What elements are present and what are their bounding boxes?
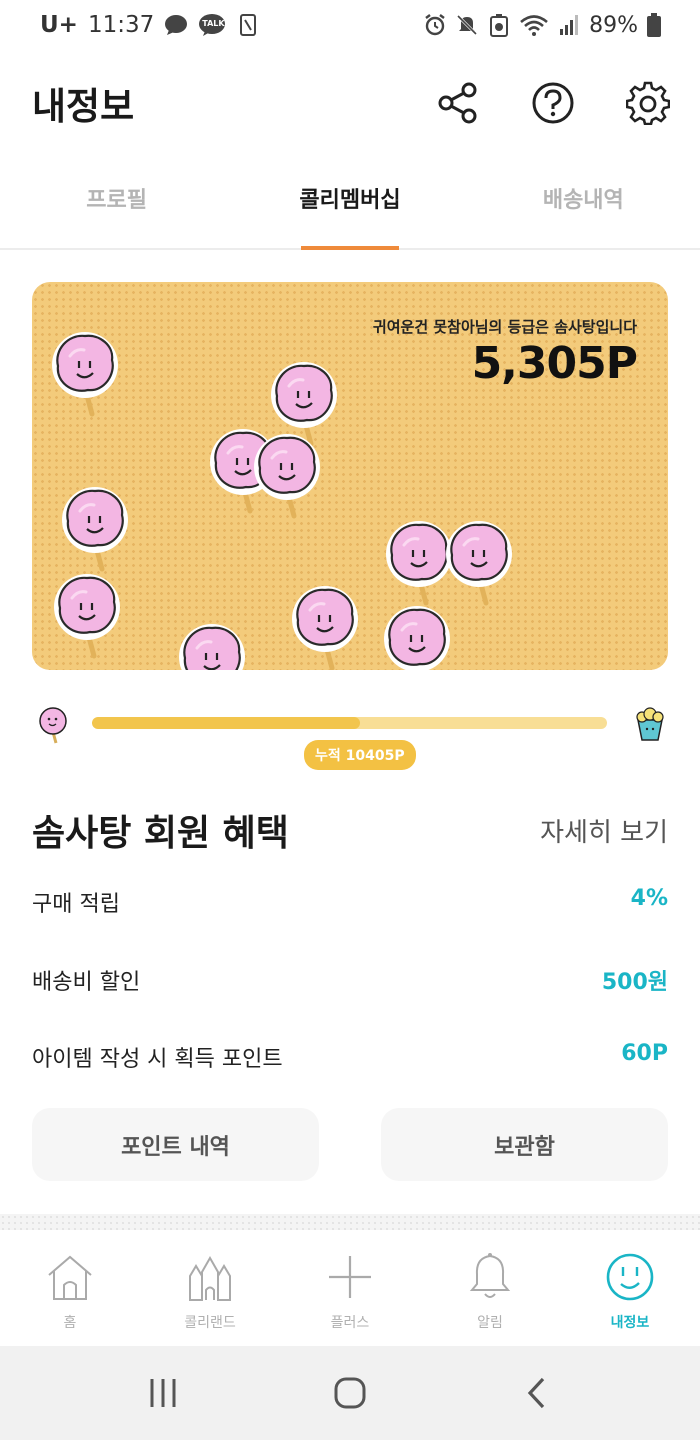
talk-badge-text: TALK xyxy=(202,19,225,28)
bottom-nav: 홈 콜리랜드 플러스 알림 내정보 xyxy=(0,1230,700,1346)
nav-item-my-info[interactable]: 내정보 xyxy=(560,1230,700,1346)
benefit-label: 배송비 할인 xyxy=(32,970,141,995)
help-icon[interactable] xyxy=(530,80,575,125)
cotton-candy-icon xyxy=(52,572,122,662)
nav-item-colliland[interactable]: 콜리랜드 xyxy=(140,1230,280,1346)
chat-bubble-icon xyxy=(164,13,188,37)
page-title: 내정보 xyxy=(32,84,135,128)
nav-item-plus[interactable]: 플러스 xyxy=(280,1230,420,1346)
cotton-candy-icon xyxy=(60,485,130,575)
benefit-row-item-points: 아이템 작성 시 획득 포인트 60P xyxy=(32,1041,668,1073)
mute-icon xyxy=(455,13,479,37)
progress-track xyxy=(92,717,607,729)
carrier-label: U+ xyxy=(40,12,78,38)
cotton-candy-icon xyxy=(252,432,322,522)
points-balance: 5,305P xyxy=(471,338,638,389)
clock: 11:37 xyxy=(87,12,155,38)
back-icon[interactable] xyxy=(507,1363,567,1423)
nav-label: 알림 xyxy=(477,1315,503,1331)
battery-saver-icon xyxy=(487,13,511,37)
app-header: 내정보 xyxy=(0,55,700,150)
status-bar: U+ 11:37 TALK 89% xyxy=(0,0,700,50)
cotton-candy-icon xyxy=(50,330,120,420)
tab-bar: 프로필 콜리멤버십 배송내역 xyxy=(0,160,700,250)
nav-label: 내정보 xyxy=(610,1315,650,1331)
cotton-candy-icon xyxy=(382,604,452,670)
nav-label: 플러스 xyxy=(330,1315,370,1331)
grade-progress: 누적 10405P xyxy=(32,700,668,770)
smile-face-icon xyxy=(603,1250,657,1304)
home-button-icon[interactable] xyxy=(320,1363,380,1423)
kakaotalk-icon: TALK xyxy=(198,13,226,37)
header-actions xyxy=(435,80,670,125)
nav-label: 콜리랜드 xyxy=(184,1315,236,1331)
status-right: 89% xyxy=(423,13,662,38)
benefit-value: 60P xyxy=(621,1041,668,1066)
status-left: U+ 11:37 TALK xyxy=(40,12,260,38)
settings-icon[interactable] xyxy=(625,80,670,125)
membership-card: 귀여운건 못참아님의 등급은 솜사탕입니다 5,305P xyxy=(32,282,668,670)
nav-item-alerts[interactable]: 알림 xyxy=(420,1230,560,1346)
system-nav-bar xyxy=(0,1346,700,1440)
tab-profile[interactable]: 프로필 xyxy=(0,160,233,248)
cotton-candy-icon xyxy=(177,622,247,670)
benefits-title: 솜사탕 회원 혜택 xyxy=(32,813,289,854)
benefit-row-purchase: 구매 적립 4% xyxy=(32,886,668,918)
wifi-icon xyxy=(519,13,549,37)
accumulated-points-badge: 누적 10405P xyxy=(304,740,416,770)
home-icon xyxy=(43,1250,97,1304)
section-divider xyxy=(0,1214,700,1230)
grade-text: 귀여운건 못참아님의 등급은 솜사탕입니다 xyxy=(372,318,637,336)
benefit-label: 구매 적립 xyxy=(32,892,120,917)
benefit-value: 4% xyxy=(630,886,668,911)
plus-icon xyxy=(323,1250,377,1304)
cotton-candy-icon xyxy=(444,519,514,609)
tab-delivery[interactable]: 배송내역 xyxy=(467,160,700,248)
battery-icon xyxy=(646,13,662,37)
detail-link[interactable]: 자세히 보기 xyxy=(540,812,668,849)
tab-membership[interactable]: 콜리멤버십 xyxy=(233,160,466,250)
castle-icon xyxy=(183,1250,237,1304)
signal-icon xyxy=(557,13,581,37)
nav-label: 홈 xyxy=(63,1315,77,1331)
progress-fill xyxy=(92,717,360,729)
benefit-row-shipping: 배송비 할인 500원 xyxy=(32,964,668,996)
alarm-icon xyxy=(423,13,447,37)
phone-icon xyxy=(236,13,260,37)
popcorn-icon xyxy=(632,706,668,742)
points-history-button[interactable]: 포인트 내역 xyxy=(32,1108,319,1181)
storage-button[interactable]: 보관함 xyxy=(381,1108,668,1181)
benefit-label: 아이템 작성 시 획득 포인트 xyxy=(32,1047,283,1072)
bell-icon xyxy=(463,1250,517,1304)
share-icon[interactable] xyxy=(435,80,480,125)
nav-item-home[interactable]: 홈 xyxy=(0,1230,140,1346)
cotton-candy-icon xyxy=(37,706,69,744)
recent-apps-icon[interactable] xyxy=(133,1363,193,1423)
benefit-value: 500원 xyxy=(601,970,668,995)
battery-percent: 89% xyxy=(589,12,638,38)
cotton-candy-icon xyxy=(290,584,360,670)
